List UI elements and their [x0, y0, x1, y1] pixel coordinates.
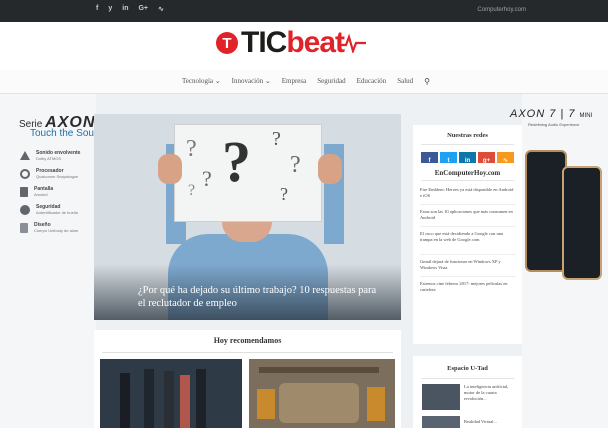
encomputerhoy-widget: EnComputerHoy.com Fire Emblem: Heroes ya… — [413, 163, 522, 344]
nav-item-educacion[interactable]: Educación — [357, 77, 387, 86]
divider — [421, 144, 514, 145]
recommended-article-image[interactable] — [100, 359, 242, 428]
question-mark-icon: ? — [186, 136, 197, 162]
widget-title: EnComputerHoy.com — [434, 169, 501, 177]
divider — [420, 204, 516, 205]
question-mark-icon: ? — [202, 166, 212, 191]
linkedin-icon[interactable]: in — [122, 5, 128, 13]
list-item[interactable]: Realidad Virtual... — [464, 419, 514, 424]
ad-skin-left[interactable] — [0, 94, 96, 428]
ad-slogan[interactable]: Touch the Sou — [30, 128, 94, 139]
hero-hand — [158, 154, 182, 184]
hero-article[interactable]: ? ? ? ? ? ? ? ¿Por qué ha dejado su últi… — [94, 114, 401, 320]
list-item[interactable]: La inteligencia artificial, motor de la … — [464, 384, 514, 402]
logo-mark: T — [216, 32, 238, 54]
article-thumbnail[interactable] — [422, 384, 460, 410]
list-item[interactable]: Estas son las 10 aplicaciones que más co… — [420, 209, 516, 221]
logo-beat: beat — [286, 26, 345, 59]
twitter-icon[interactable]: y — [108, 5, 112, 13]
speaker-icon — [20, 151, 30, 160]
article-thumbnail[interactable] — [422, 416, 460, 428]
logo-tic: TIC — [241, 26, 287, 59]
nav-item-salud[interactable]: Salud — [397, 77, 413, 86]
divider — [420, 226, 516, 227]
fingerprint-icon — [20, 205, 30, 215]
list-item[interactable]: Fire Emblem: Heroes ya está disponible e… — [420, 187, 516, 199]
question-mark-icon: ? — [222, 129, 251, 194]
divider — [420, 254, 516, 255]
google-plus-icon[interactable]: G+ — [138, 5, 148, 13]
main-nav: Tecnología ⌄ Innovación ⌄ Empresa Seguri… — [0, 70, 608, 94]
nav-item-innovacion[interactable]: Innovación ⌄ — [232, 77, 271, 86]
question-mark-icon: ? — [272, 128, 281, 150]
widget-title: Espacio U-Tad — [447, 365, 488, 372]
utad-widget: Espacio U-Tad La inteligencia artificial… — [413, 356, 522, 428]
facebook-icon[interactable]: f — [96, 5, 98, 13]
partner-site-link[interactable]: Computerhoy.com — [477, 7, 526, 13]
widget-title: Nuestras redes — [447, 132, 488, 139]
divider — [421, 378, 514, 379]
ad-feature: Procesador Qualcomm Snapdragon — [20, 168, 78, 179]
top-bar: f y in G+ ∿ Computerhoy.com — [0, 0, 608, 22]
ad-feature: Diseño Cuerpo Unibody de alum — [20, 222, 78, 233]
ad-feature: Seguridad Autentificador de huella — [20, 204, 78, 215]
ad-brand-right[interactable]: AXON 7 | 7 MINI — [510, 108, 592, 120]
question-mark-icon: ? — [280, 184, 288, 204]
ad-feature: Pantalla Amoled — [20, 186, 53, 197]
list-item[interactable]: El cuco que está decidiendo a Google con… — [420, 231, 516, 243]
list-item[interactable]: Estrenos cine febrero 2017: mejores pelí… — [420, 281, 516, 293]
design-icon — [20, 223, 28, 233]
question-mark-icon: ? — [290, 152, 301, 178]
ad-tagline-right: Redefining Audio Experience — [528, 122, 580, 127]
divider — [102, 352, 393, 353]
social-links: f y in G+ ∿ — [96, 5, 164, 13]
recommended-section: Hoy recomendamos — [94, 330, 401, 428]
processor-icon — [20, 169, 30, 179]
nav-item-tecnologia[interactable]: Tecnología ⌄ — [182, 77, 221, 86]
hero-headline[interactable]: ¿Por qué ha dejado su último trabajo? 10… — [138, 284, 378, 310]
ticbeat-logo[interactable]: T TIC beat — [216, 26, 367, 60]
list-item[interactable]: Gmail dejará de funcionar en Windows XP … — [420, 259, 516, 271]
ad-feature: Sonido envolvente Dolby ATMOS — [20, 150, 80, 161]
search-icon[interactable]: ⚲ — [424, 77, 430, 86]
recommended-article-image[interactable] — [249, 359, 395, 428]
heartbeat-icon — [340, 33, 367, 53]
rss-icon[interactable]: ∿ — [158, 5, 164, 13]
nav-item-empresa[interactable]: Empresa — [282, 77, 307, 86]
phone-image — [562, 166, 602, 280]
screen-icon — [20, 187, 28, 197]
hero-hand — [318, 154, 342, 184]
nav-item-seguridad[interactable]: Seguridad — [317, 77, 345, 86]
divider — [420, 276, 516, 277]
recommended-title: Hoy recomendamos — [213, 336, 282, 345]
phone-image — [525, 150, 567, 272]
question-mark-icon: ? — [188, 182, 196, 199]
divider — [421, 180, 514, 181]
